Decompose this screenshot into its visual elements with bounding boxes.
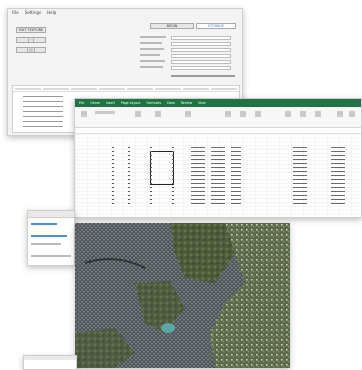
aerial-map-view[interactable]: [75, 223, 290, 368]
conditional-format-icon[interactable]: [225, 111, 231, 117]
wrap-icon[interactable]: [155, 111, 161, 117]
form-field-5[interactable]: [171, 60, 231, 64]
tab-insert[interactable]: Insert: [106, 101, 115, 105]
tab-formulas[interactable]: Formulas: [147, 101, 162, 105]
small-dialog-line-2: [31, 255, 71, 257]
column-f-values: [191, 147, 205, 207]
selected-range[interactable]: [150, 151, 174, 185]
format-icon[interactable]: [315, 111, 321, 117]
font-selector[interactable]: [95, 111, 115, 114]
results-rows: [23, 96, 63, 130]
form-field-6[interactable]: [171, 66, 231, 70]
form-field-1[interactable]: [171, 36, 231, 40]
ribbon-tabs: File Home Insert Page Layout Formulas Da…: [75, 99, 361, 107]
insert-icon[interactable]: [285, 111, 291, 117]
small-dialog-titlebar: [28, 211, 74, 218]
tab-review[interactable]: Review: [181, 101, 192, 105]
small-dialog-window: [27, 210, 75, 266]
menu-file[interactable]: File: [12, 10, 19, 16]
third-button[interactable]: [ ] [ ]: [16, 47, 46, 53]
storage-button[interactable]: STORAGE: [196, 23, 236, 29]
delete-icon[interactable]: [300, 111, 306, 117]
form-field-2[interactable]: [171, 42, 231, 46]
tab-view[interactable]: View: [198, 101, 206, 105]
form-field-3[interactable]: [171, 48, 231, 52]
small-dialog-highlight: [31, 235, 67, 237]
menu-settings[interactable]: Settings: [25, 10, 41, 16]
column-b-values: [112, 147, 114, 207]
tab-home[interactable]: Home: [90, 101, 99, 105]
form-labels: [140, 36, 166, 68]
app-menubar: File Settings Help: [8, 9, 242, 17]
small-dialog-line: [31, 243, 61, 245]
column-k-values: [293, 147, 307, 207]
column-e-values: [172, 147, 174, 207]
paste-icon[interactable]: [81, 111, 87, 117]
align-icon[interactable]: [135, 111, 141, 117]
tab-page-layout[interactable]: Page Layout: [121, 101, 141, 105]
column-m-values: [331, 147, 345, 207]
exit-texture-button[interactable]: EXIT TEXTURE: [16, 27, 46, 33]
results-table-header: [13, 86, 239, 92]
sort-filter-icon[interactable]: [337, 111, 343, 117]
cell-styles-icon[interactable]: [255, 111, 261, 117]
column-c-values: [128, 147, 130, 207]
tab-file[interactable]: File: [79, 101, 84, 105]
column-g-values: [211, 147, 225, 207]
table-format-icon[interactable]: [240, 111, 246, 117]
status-line: [171, 75, 235, 77]
begin-button[interactable]: BEGIN: [150, 23, 194, 29]
second-button[interactable]: [ · ]: [16, 37, 46, 43]
spreadsheet-window: File Home Insert Page Layout Formulas Da…: [74, 98, 362, 218]
aerial-imagery: [75, 223, 290, 368]
form-field-4[interactable]: [171, 54, 231, 58]
tab-data[interactable]: Data: [167, 101, 175, 105]
small-dialog-progress: [31, 223, 57, 225]
number-format-icon[interactable]: [185, 111, 191, 117]
ribbon-toolbar: [75, 107, 361, 128]
tiny-window-titlebar: [24, 356, 76, 360]
screenshot-root: { "app_window": { "menu": ["File", "Sett…: [0, 0, 362, 370]
column-h-values: [231, 147, 241, 207]
find-select-icon[interactable]: [349, 111, 355, 117]
column-d-values: [150, 147, 152, 207]
menu-help[interactable]: Help: [47, 10, 56, 16]
